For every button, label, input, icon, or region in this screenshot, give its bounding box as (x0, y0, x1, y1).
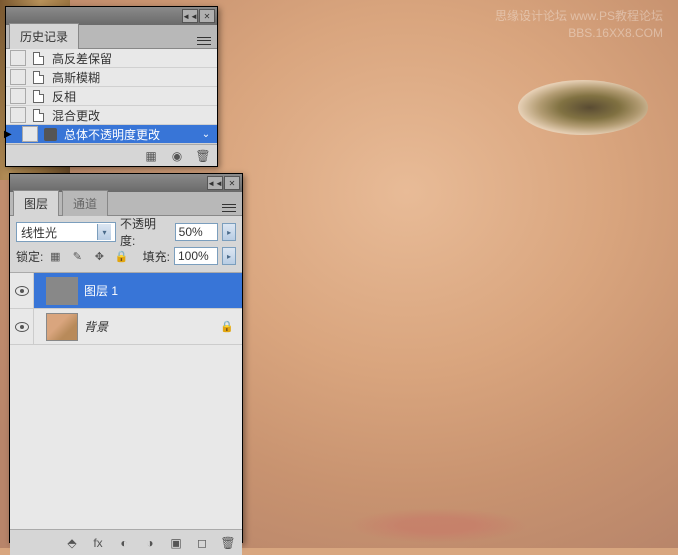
history-source-checkbox[interactable] (10, 88, 26, 104)
blend-mode-value: 线性光 (21, 224, 57, 241)
layer-name-label: 图层 1 (84, 282, 118, 299)
lock-buttons: ▦ ✎ ✥ 🔒 (47, 248, 129, 264)
layer-style-icon[interactable]: fx (90, 535, 106, 551)
eye-icon (15, 286, 29, 296)
history-panel: ◄◄ ✕ 历史记录 高反差保留 高斯模糊 反相 混合更改 ▶ (5, 6, 218, 167)
lock-position-icon[interactable]: ✥ (91, 248, 107, 264)
collapse-button[interactable]: ◄◄ (182, 9, 198, 23)
history-tab-bar: 历史记录 (6, 25, 217, 49)
lock-transparent-icon[interactable]: ▦ (47, 248, 63, 264)
layers-footer: ⬘ fx ◐ ◑ ▣ ◻ 🗑 (10, 529, 242, 555)
chevron-down-icon[interactable]: ⌄ (199, 129, 213, 140)
close-button[interactable]: ✕ (224, 176, 240, 190)
delete-layer-icon[interactable]: 🗑 (220, 535, 236, 551)
history-source-checkbox[interactable] (10, 50, 26, 66)
visibility-toggle[interactable] (10, 309, 34, 344)
layer-item-selected[interactable]: 图层 1 (10, 273, 242, 309)
layer-name-label: 背景 (84, 318, 108, 335)
blend-mode-select[interactable]: 线性光 ▾ (16, 222, 116, 242)
step-icon (33, 71, 44, 84)
tab-channels[interactable]: 通道 (62, 190, 108, 216)
layer-item[interactable]: 背景 🔒 (10, 309, 242, 345)
link-layers-icon[interactable]: ⬘ (64, 535, 80, 551)
layer-thumbnail[interactable] (46, 277, 78, 305)
create-document-icon[interactable]: ▦ (143, 148, 159, 164)
layers-panel: ◄◄ ✕ 图层 通道 线性光 ▾ 不透明度: 50% ▸ 锁定: ▦ ✎ ✥ 🔒… (9, 173, 243, 543)
history-step-label: 高反差保留 (52, 50, 112, 67)
layers-tab-bar: 图层 通道 (10, 192, 242, 216)
history-item-selected[interactable]: ▶ 总体不透明度更改 ⌄ (6, 125, 217, 144)
history-source-checkbox[interactable] (10, 107, 26, 123)
step-icon (44, 128, 57, 141)
step-icon (33, 90, 44, 103)
lock-all-icon[interactable]: 🔒 (113, 248, 129, 264)
history-source-checkbox[interactable] (10, 69, 26, 85)
lock-icon: 🔒 (220, 320, 234, 333)
close-button[interactable]: ✕ (199, 9, 215, 23)
fill-label: 填充: (143, 248, 170, 265)
fill-slider-button[interactable]: ▸ (222, 247, 236, 265)
collapse-button[interactable]: ◄◄ (207, 176, 223, 190)
layer-thumbnail[interactable] (46, 313, 78, 341)
opacity-input[interactable]: 50% (175, 223, 219, 241)
history-source-checkbox[interactable] (22, 126, 38, 142)
step-icon (33, 52, 44, 65)
new-snapshot-icon[interactable]: ◉ (169, 148, 185, 164)
new-layer-icon[interactable]: ◻ (194, 535, 210, 551)
history-item[interactable]: 混合更改 (6, 106, 217, 125)
opacity-label: 不透明度: (120, 215, 171, 249)
layer-controls: 线性光 ▾ 不透明度: 50% ▸ 锁定: ▦ ✎ ✥ 🔒 填充: 100% ▸ (10, 216, 242, 273)
current-step-arrow-icon: ▶ (4, 129, 12, 140)
tab-history[interactable]: 历史记录 (9, 23, 79, 49)
dropdown-arrow-icon: ▾ (97, 224, 111, 240)
step-icon (33, 109, 44, 122)
visibility-toggle[interactable] (10, 273, 34, 308)
layer-list: 图层 1 背景 🔒 (10, 273, 242, 529)
lock-pixels-icon[interactable]: ✎ (69, 248, 85, 264)
layer-mask-icon[interactable]: ◐ (116, 535, 132, 551)
adjustment-layer-icon[interactable]: ◑ (142, 535, 158, 551)
panel-menu-icon[interactable] (195, 34, 213, 48)
lock-label: 锁定: (16, 248, 43, 265)
delete-icon[interactable]: 🗑 (195, 148, 211, 164)
history-step-label: 反相 (52, 88, 76, 105)
history-step-label: 混合更改 (52, 107, 100, 124)
history-step-label: 总体不透明度更改 (64, 126, 160, 143)
history-item[interactable]: 高反差保留 (6, 49, 217, 68)
tab-layers[interactable]: 图层 (13, 190, 59, 216)
eye-icon (15, 322, 29, 332)
watermark-text: 思缘设计论坛 www.PS教程论坛 BBS.16XX8.COM (495, 8, 663, 42)
history-list: 高反差保留 高斯模糊 反相 混合更改 ▶ 总体不透明度更改 ⌄ (6, 49, 217, 144)
history-item[interactable]: 反相 (6, 87, 217, 106)
fill-input[interactable]: 100% (174, 247, 218, 265)
panel-menu-icon[interactable] (220, 201, 238, 215)
history-step-label: 高斯模糊 (52, 69, 100, 86)
group-icon[interactable]: ▣ (168, 535, 184, 551)
history-footer: ▦ ◉ 🗑 (6, 144, 217, 166)
history-item[interactable]: 高斯模糊 (6, 68, 217, 87)
opacity-slider-button[interactable]: ▸ (222, 223, 236, 241)
